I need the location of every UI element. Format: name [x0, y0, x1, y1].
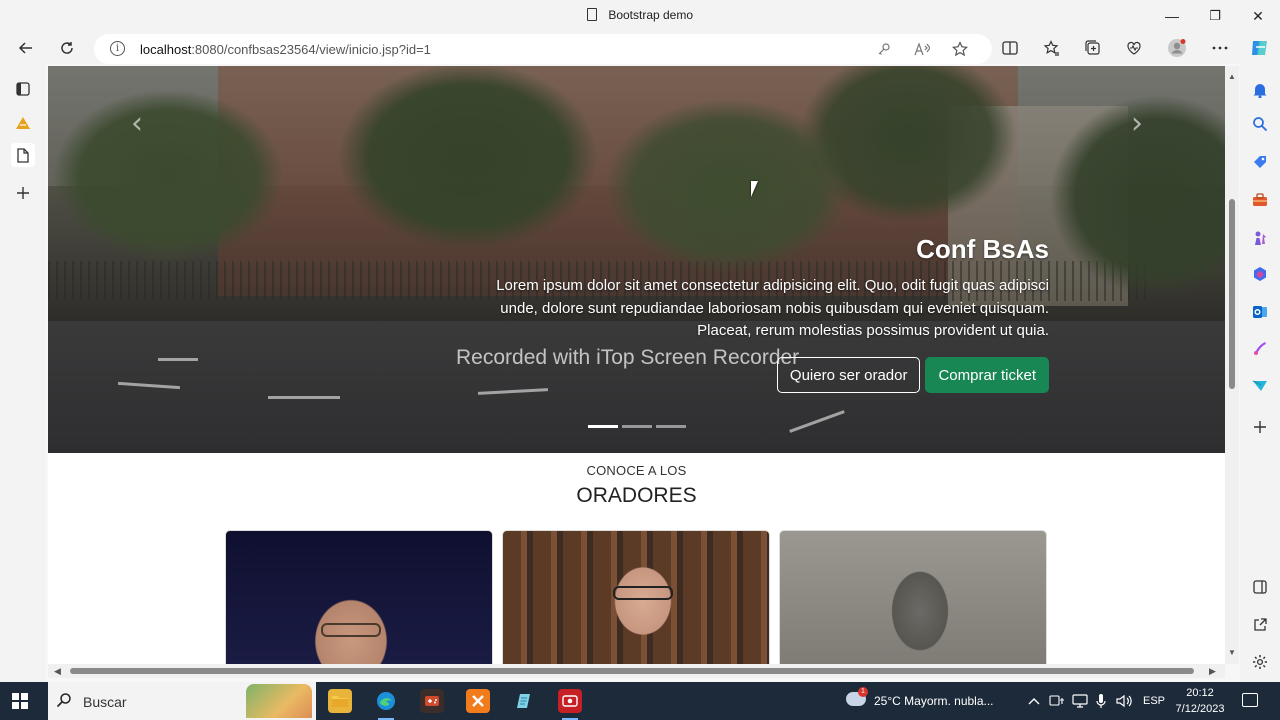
profile-avatar-icon[interactable] — [1165, 36, 1189, 60]
settings-gear-icon[interactable] — [1248, 650, 1272, 674]
scroll-up-arrow-icon[interactable]: ▲ — [1228, 72, 1236, 81]
notification-center-icon[interactable] — [1242, 693, 1258, 707]
sidebar-layout-icon[interactable] — [1248, 575, 1272, 599]
tools-briefcase-icon[interactable] — [1248, 188, 1272, 212]
window-titlebar: Bootstrap demo — ❐ ✕ — [0, 0, 1280, 32]
open-external-icon[interactable] — [1248, 613, 1272, 637]
notification-bell-icon[interactable] — [1248, 78, 1272, 102]
weather-badge: 1 — [858, 687, 868, 697]
vertical-scrollbar[interactable]: ▲ ▼ — [1225, 66, 1239, 664]
maximize-button[interactable]: ❐ — [1193, 0, 1237, 32]
mouse-cursor-icon — [751, 181, 758, 197]
notepad-icon[interactable] — [512, 689, 536, 713]
carousel-next-button[interactable]: › — [1122, 106, 1152, 141]
outlook-icon[interactable] — [1248, 300, 1272, 324]
drop-send-icon[interactable] — [1248, 374, 1272, 398]
taskbar-search-box[interactable]: Buscar — [48, 682, 316, 720]
speaker-card-photo[interactable] — [502, 530, 770, 664]
more-options-icon[interactable] — [1208, 36, 1232, 60]
road-lane-mark — [158, 358, 198, 361]
become-speaker-button[interactable]: Quiero ser orador — [776, 357, 921, 393]
refresh-icon[interactable] — [55, 36, 79, 60]
read-aloud-icon[interactable] — [912, 39, 932, 59]
collections-icon[interactable] — [1081, 36, 1105, 60]
hero-title: Conf BsAs — [916, 234, 1049, 264]
speaker-card-photo[interactable] — [225, 530, 493, 664]
search-highlight-image — [246, 684, 312, 718]
road-lane-mark — [268, 396, 340, 399]
windows-taskbar: Buscar 1 25°C Mayorm. nubla... ESP 20:12… — [0, 682, 1280, 720]
speakers-title: ORADORES — [576, 484, 697, 507]
hero-carousel: ‹ › Recorded with iTop Screen Recorder C… — [48, 66, 1225, 453]
copilot-icon[interactable] — [1248, 36, 1272, 60]
volume-icon[interactable] — [1116, 682, 1132, 720]
page-document-icon — [586, 8, 597, 21]
favorite-star-icon[interactable] — [950, 39, 970, 59]
address-bar[interactable]: i localhost:8080/confbsas23564/view/inic… — [94, 34, 992, 64]
designer-icon[interactable] — [1248, 336, 1272, 360]
microsoft-365-icon[interactable] — [1248, 262, 1272, 286]
browser-toolbar: i localhost:8080/confbsas23564/view/inic… — [0, 32, 1280, 64]
key-icon[interactable] — [874, 39, 894, 59]
speaker-glasses — [613, 586, 673, 600]
speaker-card-photo[interactable] — [779, 530, 1047, 664]
scroll-down-arrow-icon[interactable]: ▼ — [1228, 648, 1236, 657]
carousel-indicators — [588, 425, 686, 428]
hero-text: Lorem ipsum dolor sit amet consectetur a… — [496, 277, 1049, 339]
close-button[interactable]: ✕ — [1236, 0, 1280, 32]
back-arrow-icon[interactable] — [14, 36, 38, 60]
speakers-subtitle: CONOCE A LOS — [586, 463, 687, 478]
horizontal-scrollbar[interactable]: ◀ ▶ — [48, 664, 1225, 678]
minimize-button[interactable]: — — [1150, 0, 1194, 32]
speaker-glasses — [321, 623, 381, 637]
page-tab-icon[interactable] — [11, 143, 35, 167]
new-tab-plus-icon[interactable] — [11, 181, 35, 205]
microphone-icon[interactable] — [1096, 682, 1106, 720]
carousel-indicator-1[interactable] — [588, 425, 618, 428]
carousel-caption: Conf BsAs Lorem ipsum dolor sit amet con… — [489, 234, 1049, 343]
carousel-prev-button[interactable]: ‹ — [122, 106, 152, 141]
buy-ticket-button[interactable]: Comprar ticket — [925, 357, 1049, 393]
carousel-indicator-3[interactable] — [656, 425, 686, 428]
xampp-icon[interactable] — [466, 689, 490, 713]
windows-start-icon[interactable] — [12, 693, 28, 709]
split-screen-icon[interactable] — [998, 36, 1022, 60]
shopping-tag-icon[interactable] — [1248, 150, 1272, 174]
carousel-indicator-2[interactable] — [622, 425, 652, 428]
network-icon[interactable] — [1072, 682, 1088, 720]
taskbar-clock[interactable]: 20:12 7/12/2023 — [1162, 685, 1238, 717]
game-app-icon[interactable] — [420, 689, 444, 713]
search-icon[interactable] — [1248, 112, 1272, 136]
file-explorer-icon[interactable] — [328, 689, 352, 713]
browser-left-sidebar — [0, 64, 46, 682]
edge-browser-icon[interactable] — [374, 689, 398, 720]
browser-essentials-icon[interactable] — [1122, 36, 1146, 60]
pwa-app-icon[interactable] — [11, 111, 35, 135]
search-label: Buscar — [83, 694, 127, 710]
add-sidebar-app-plus-icon[interactable] — [1248, 415, 1272, 439]
hero-buttons: Quiero ser orador Comprar ticket — [776, 357, 1049, 393]
favorites-icon[interactable] — [1040, 36, 1064, 60]
games-chess-icon[interactable] — [1248, 226, 1272, 250]
site-info-icon[interactable]: i — [110, 41, 125, 56]
show-hidden-icons-chevron-icon[interactable] — [1028, 682, 1040, 720]
weather-text[interactable]: 25°C Mayorm. nubla... — [874, 682, 994, 720]
browser-right-sidebar — [1240, 32, 1280, 682]
web-page-viewport: ‹ › Recorded with iTop Screen Recorder C… — [48, 66, 1225, 664]
scroll-right-arrow-icon[interactable]: ▶ — [1209, 666, 1216, 677]
screen-recorder-icon[interactable] — [558, 689, 582, 720]
tab-actions-icon[interactable] — [11, 77, 35, 101]
horizontal-scroll-thumb[interactable] — [70, 668, 1194, 674]
search-icon — [56, 692, 72, 712]
window-title: Bootstrap demo — [608, 8, 694, 22]
ime-mode-icon[interactable] — [1049, 682, 1065, 720]
clock-date: 7/12/2023 — [1175, 703, 1225, 715]
clock-time: 20:12 — [1186, 687, 1214, 699]
recorder-watermark: Recorded with iTop Screen Recorder — [456, 346, 800, 369]
scroll-left-arrow-icon[interactable]: ◀ — [54, 666, 61, 677]
url-text[interactable]: localhost:8080/confbsas23564/view/inicio… — [140, 42, 431, 57]
vertical-scroll-thumb[interactable] — [1229, 199, 1235, 389]
